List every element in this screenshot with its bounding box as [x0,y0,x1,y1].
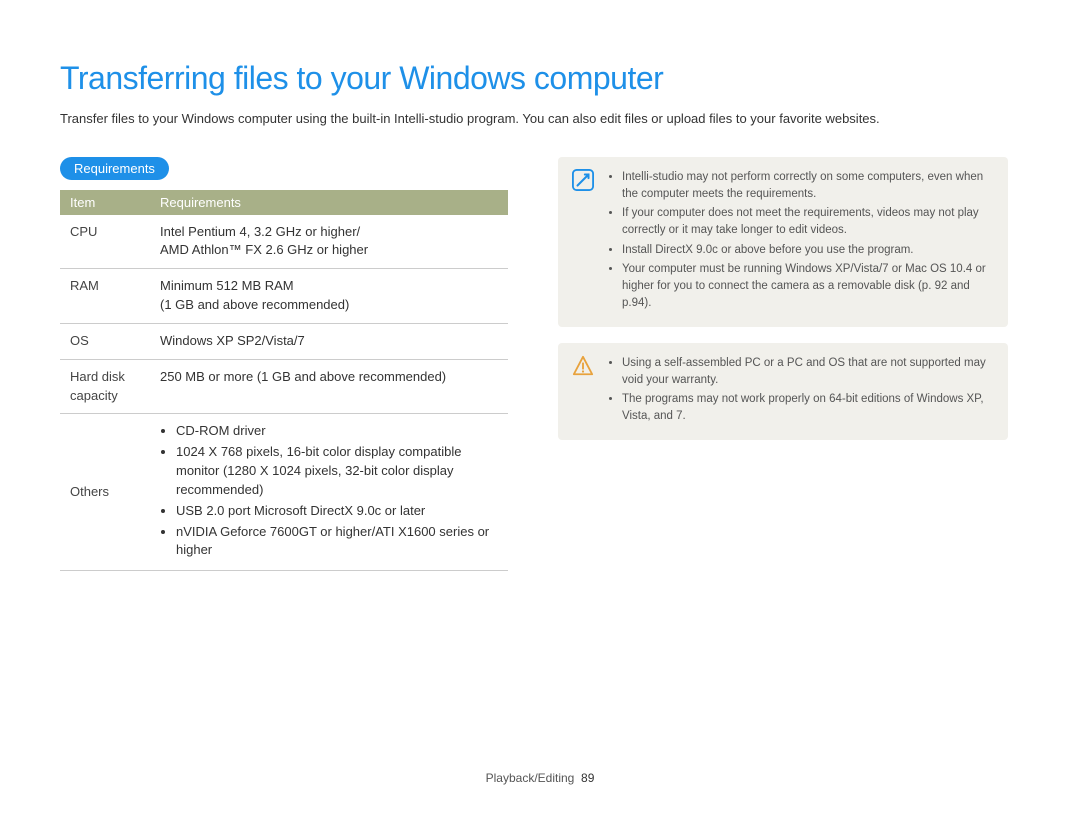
table-row: RAM Minimum 512 MB RAM (1 GB and above r… [60,269,508,324]
right-column: Intelli-studio may not perform correctly… [558,157,1008,572]
col-header-requirements: Requirements [150,190,508,215]
list-item: 1024 X 768 pixels, 16-bit color display … [176,443,498,500]
requirements-table: Item Requirements CPU Intel Pentium 4, 3… [60,190,508,572]
info-note-box: Intelli-studio may not perform correctly… [558,157,1008,327]
table-row: OS Windows XP SP2/Vista/7 [60,323,508,359]
list-item: USB 2.0 port Microsoft DirectX 9.0c or l… [176,502,498,521]
requirements-tag: Requirements [60,157,169,180]
warning-note-content: Using a self-assembled PC or a PC and OS… [606,355,994,428]
cell-item: Hard disk capacity [60,359,150,414]
table-row: CPU Intel Pentium 4, 3.2 GHz or higher/ … [60,215,508,269]
info-icon [572,169,594,191]
table-row: Others CD-ROM driver 1024 X 768 pixels, … [60,414,508,571]
intro-text: Transfer files to your Windows computer … [60,109,1020,129]
footer-section: Playback/Editing [486,771,575,785]
page-footer: Playback/Editing 89 [0,771,1080,785]
list-item: Install DirectX 9.0c or above before you… [622,242,994,259]
warning-icon [572,355,594,377]
list-item: The programs may not work properly on 64… [622,391,994,426]
cell-item: OS [60,323,150,359]
cell-req: Minimum 512 MB RAM (1 GB and above recom… [150,269,508,324]
list-item: Your computer must be running Windows XP… [622,261,994,313]
cell-item: CPU [60,215,150,269]
cell-req: CD-ROM driver 1024 X 768 pixels, 16-bit … [150,414,508,571]
page-title: Transferring files to your Windows compu… [60,60,1020,97]
col-header-item: Item [60,190,150,215]
cell-req: 250 MB or more (1 GB and above recommend… [150,359,508,414]
cell-item: Others [60,414,150,571]
cell-item: RAM [60,269,150,324]
list-item: nVIDIA Geforce 7600GT or higher/ATI X160… [176,523,498,561]
info-note-content: Intelli-studio may not perform correctly… [606,169,994,315]
list-item: Intelli-studio may not perform correctly… [622,169,994,204]
warning-note-box: Using a self-assembled PC or a PC and OS… [558,343,1008,440]
cell-req: Windows XP SP2/Vista/7 [150,323,508,359]
left-column: Requirements Item Requirements CPU Intel… [60,157,508,572]
list-item: CD-ROM driver [176,422,498,441]
cell-req: Intel Pentium 4, 3.2 GHz or higher/ AMD … [150,215,508,269]
table-row: Hard disk capacity 250 MB or more (1 GB … [60,359,508,414]
list-item: If your computer does not meet the requi… [622,205,994,240]
footer-page-number: 89 [581,771,594,785]
list-item: Using a self-assembled PC or a PC and OS… [622,355,994,390]
